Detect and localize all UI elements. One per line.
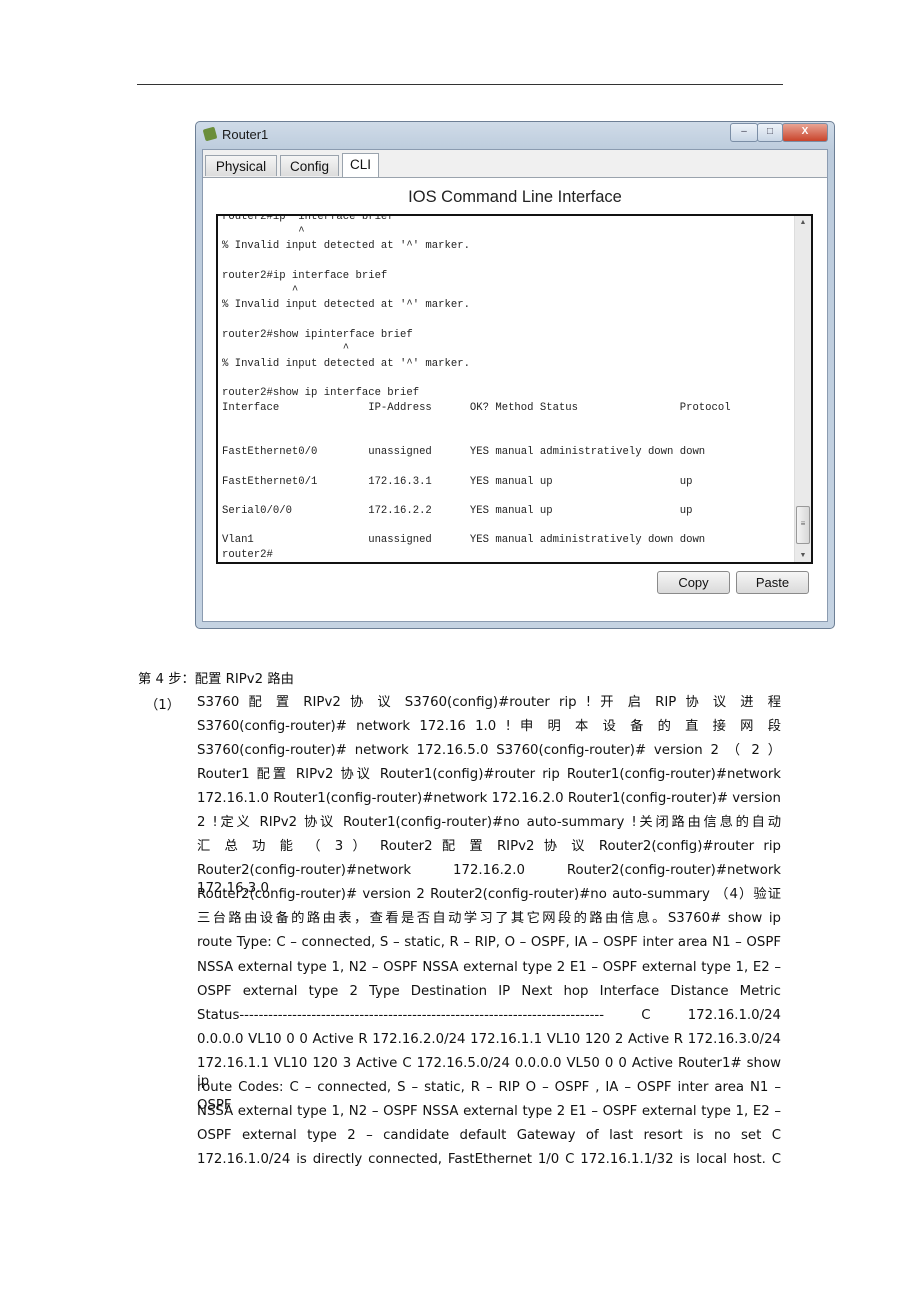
- cli-line: Serial0/0/0 172.16.2.2 YES manual up up: [222, 505, 693, 518]
- cli-line: router2#ip interface brief: [222, 269, 388, 282]
- header-rule: [137, 84, 783, 85]
- terminal-scrollbar[interactable]: ▲ ≡ ▼: [794, 216, 811, 562]
- paste-button[interactable]: Paste: [736, 571, 809, 594]
- close-button[interactable]: X: [782, 123, 828, 142]
- cli-line: ^: [222, 284, 299, 297]
- paragraph-line: 172.16.1.1 VL10 120 3 Active C 172.16.5.…: [197, 1055, 781, 1089]
- maximize-button[interactable]: □: [757, 123, 783, 142]
- cli-line: [222, 372, 731, 387]
- cli-line: [222, 416, 731, 431]
- scroll-down-arrow-icon[interactable]: ▼: [795, 552, 811, 559]
- cli-line: [222, 431, 731, 446]
- cli-terminal[interactable]: router2#ip interface brief ^ % Invalid in…: [216, 214, 813, 564]
- cli-line: FastEthernet0/0 unassigned YES manual ad…: [222, 446, 706, 459]
- paragraph-line: 0.0.0.0 VL10 0 0 Active R 172.16.2.0/24 …: [197, 1031, 781, 1047]
- paragraph-line: NSSA external type 1, N2 – OSPF NSSA ext…: [197, 959, 781, 975]
- minimize-button[interactable]: ‒: [730, 123, 758, 142]
- cli-line: router2#ip interface brief: [222, 214, 394, 223]
- cli-line: router2#show ip interface brief: [222, 387, 420, 400]
- scroll-thumb[interactable]: ≡: [796, 506, 810, 544]
- cli-line: router2#: [222, 549, 273, 562]
- copy-button[interactable]: Copy: [657, 571, 730, 594]
- paragraph-line: OSPF external type 2 – candidate default…: [197, 1127, 781, 1143]
- cli-line: ^: [222, 225, 305, 238]
- paragraph-line: S3760(config-router)# network 172.16 1.0…: [197, 719, 781, 735]
- paragraph-line: Router2(config-router)# version 2 Router…: [197, 887, 781, 903]
- paragraph-line: 三台路由设备的路由表，查看是否自动学习了其它网段的路由信息。S3760# sho…: [197, 911, 781, 927]
- paragraph-line: Router2(config-router)#network 172.16.2.…: [197, 863, 781, 897]
- paragraph-line: Status----------------------------------…: [197, 1007, 781, 1023]
- cli-line: Vlan1 unassigned YES manual administrati…: [222, 534, 706, 547]
- paragraph-line: S3760(config-router)# network 172.16.5.0…: [197, 743, 781, 759]
- scroll-up-arrow-icon[interactable]: ▲: [795, 219, 811, 226]
- paragraph-line: route Type: C – connected, S – static, R…: [197, 935, 781, 951]
- cli-line: [222, 489, 731, 504]
- tab-config[interactable]: Config: [280, 155, 339, 176]
- cli-line: ^: [222, 343, 350, 356]
- cli-line: router2#show ipinterface brief: [222, 328, 413, 341]
- paragraph-line: OSPF external type 2 Type Destination IP…: [197, 983, 781, 999]
- cli-heading: IOS Command Line Interface: [408, 188, 622, 206]
- cli-line: % Invalid input detected at '^' marker.: [222, 299, 470, 312]
- paragraph-line: NSSA external type 1, N2 – OSPF NSSA ext…: [197, 1103, 781, 1119]
- paragraph-line: 172.16.1.0 Router1(config-router)#networ…: [197, 791, 781, 807]
- cli-line: [222, 254, 731, 269]
- cli-panel: IOS Command Line Interface router2#ip in…: [203, 177, 827, 621]
- cli-line: % Invalid input detected at '^' marker.: [222, 358, 470, 371]
- cli-line: [222, 460, 731, 475]
- cli-line: Interface IP-Address OK? Method Status P…: [222, 402, 731, 415]
- title-bar[interactable]: Router1 ‒ □ X: [196, 122, 834, 147]
- cli-output: router2#ip interface brief ^ % Invalid in…: [222, 214, 731, 562]
- window-client: Physical Config CLI IOS Command Line Int…: [202, 149, 828, 622]
- tab-physical[interactable]: Physical: [205, 155, 277, 176]
- window-title: Router1: [222, 127, 269, 142]
- item-number: （1）: [145, 698, 181, 713]
- cli-line: FastEthernet0/1 172.16.3.1 YES manual up…: [222, 475, 693, 488]
- app-icon: [202, 126, 218, 142]
- paragraph-line: 172.16.1.0/24 is directly connected, Fas…: [197, 1151, 781, 1167]
- paragraph-line: Router1 配置 RIPv2 协议 Router1(config)#rout…: [197, 767, 781, 783]
- cli-line: % Invalid input detected at '^' marker.: [222, 240, 470, 253]
- paragraph-line: 汇 总 功 能 （ 3 ） Router2 配 置 RIPv2 协 议 Rout…: [197, 839, 781, 855]
- cli-line: [222, 313, 731, 328]
- cli-line: [222, 519, 731, 534]
- tab-cli[interactable]: CLI: [342, 153, 379, 178]
- paragraph: S3760 配 置 RIPv2 协 议 S3760(config)#router…: [197, 694, 781, 1175]
- paragraph-line: S3760 配 置 RIPv2 协 议 S3760(config)#router…: [197, 695, 781, 710]
- router1-window: Router1 ‒ □ X Physical Config CLI IOS Co…: [195, 121, 835, 629]
- step-heading: 第 4 步：配置 RIPv2 路由: [138, 672, 294, 687]
- paragraph-line: 2 !定义 RIPv2 协议 Router1(config-router)#no…: [197, 815, 781, 831]
- paragraph-line: route Codes: C – connected, S – static, …: [197, 1079, 781, 1113]
